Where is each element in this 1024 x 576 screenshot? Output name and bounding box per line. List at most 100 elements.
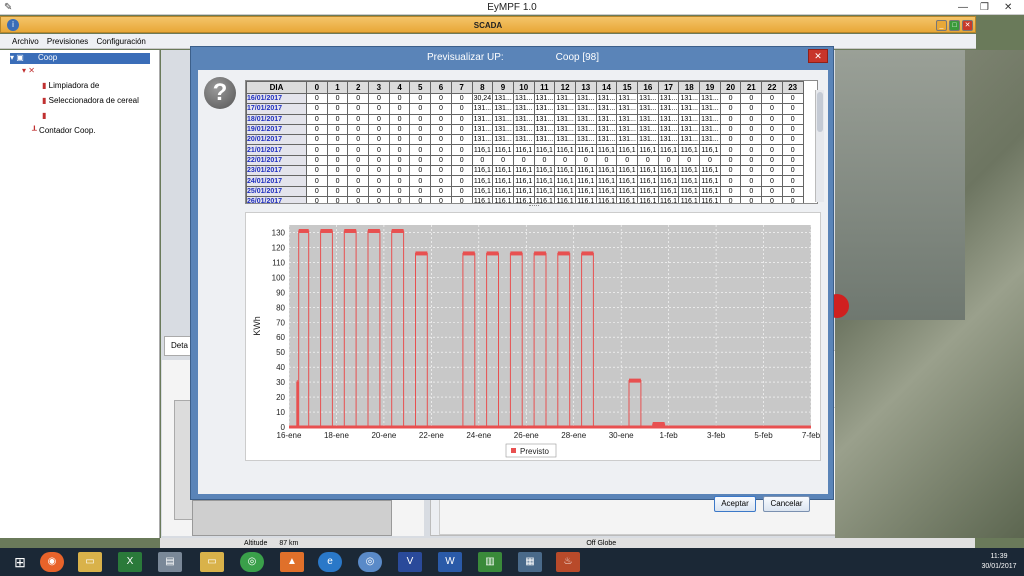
table-cell[interactable]: 131...	[678, 123, 701, 136]
app3-icon[interactable]: ◎	[358, 552, 382, 572]
table-cell[interactable]: 0	[430, 175, 452, 187]
table-cell[interactable]: 0	[306, 175, 328, 187]
table-cell[interactable]: 131...	[637, 123, 659, 136]
table-cell[interactable]: 0	[326, 92, 349, 105]
table-cell[interactable]: 131...	[554, 113, 576, 125]
menu-archivo[interactable]: Archivo	[9, 34, 42, 49]
table-cell[interactable]: 0	[699, 154, 721, 167]
table-cell[interactable]: 0	[368, 92, 390, 105]
table-row[interactable]: 24/01/2017 0 0 0 0 0 0 0 0 116,1 116,1 116,1 116,1 11…	[246, 175, 804, 187]
table-header[interactable]: 8	[471, 81, 494, 94]
table-cell[interactable]: 0	[450, 185, 473, 197]
table-cell[interactable]: 116,1	[699, 195, 721, 203]
table-cell[interactable]: 0	[306, 103, 328, 115]
table-cell[interactable]: 0	[430, 134, 452, 146]
row-date[interactable]: 26/01/2017	[246, 195, 307, 203]
table-cell[interactable]: 116,1	[554, 195, 576, 203]
table-cell[interactable]: 0	[637, 154, 659, 167]
split-handle[interactable]	[529, 205, 539, 209]
table-row[interactable]: 23/01/2017 0 0 0 0 0 0 0 0 116,1 116,1 116,1 116,1 11…	[246, 165, 804, 177]
table-cell[interactable]: 0	[409, 154, 432, 167]
table-cell[interactable]: 0	[678, 154, 701, 167]
table-cell[interactable]: 0	[471, 154, 494, 167]
word-icon[interactable]: W	[438, 552, 462, 572]
table-cell[interactable]: 0	[554, 154, 576, 167]
table-cell[interactable]: 0	[719, 134, 742, 146]
row-date[interactable]: 16/01/2017	[246, 92, 307, 105]
table-cell[interactable]: 116,1	[574, 175, 597, 187]
app4-icon[interactable]: ▦	[518, 552, 542, 572]
table-cell[interactable]: 0	[409, 92, 432, 105]
table-cell[interactable]: 0	[450, 92, 473, 105]
table-cell[interactable]: 0	[306, 144, 328, 156]
table-cell[interactable]: 0	[616, 154, 638, 167]
row-date[interactable]: 19/01/2017	[246, 123, 307, 136]
table-cell[interactable]: 0	[409, 134, 432, 146]
table-cell[interactable]: 0	[347, 175, 370, 187]
table-cell[interactable]: 0	[719, 175, 742, 187]
table-cell[interactable]: 0	[719, 92, 742, 105]
table-cell[interactable]: 131...	[595, 103, 618, 115]
table-header[interactable]: 4	[388, 81, 411, 94]
table-cell[interactable]: 0	[409, 113, 432, 125]
table-cell[interactable]: 0	[306, 134, 328, 146]
table-cell[interactable]: 0	[761, 175, 783, 187]
table-header[interactable]: 9	[492, 81, 514, 94]
table-cell[interactable]: 0	[781, 165, 804, 177]
table-cell[interactable]: 116,1	[471, 144, 494, 156]
table-cell[interactable]: 116,1	[595, 165, 618, 177]
table-cell[interactable]: 116,1	[616, 144, 638, 156]
table-cell[interactable]: 131...	[492, 113, 514, 125]
table-cell[interactable]: 131...	[637, 92, 659, 105]
table-cell[interactable]: 116,1	[699, 175, 721, 187]
table-cell[interactable]: 0	[450, 134, 473, 146]
table-row[interactable]: 19/01/2017 0 0 0 0 0 0 0 0 131... 131... 131... 131.…	[246, 123, 804, 136]
table-cell[interactable]: 0	[740, 195, 763, 203]
table-cell[interactable]: 116,1	[657, 165, 680, 177]
table-cell[interactable]: 0	[388, 103, 411, 115]
table-cell[interactable]: 116,1	[471, 165, 494, 177]
table-cell[interactable]: 131...	[616, 113, 638, 125]
table-cell[interactable]: 0	[740, 103, 763, 115]
app2-icon[interactable]: ▲	[280, 552, 304, 572]
table-header[interactable]: 22	[761, 81, 783, 94]
table-cell[interactable]: 131...	[533, 123, 556, 136]
table-cell[interactable]: 116,1	[637, 144, 659, 156]
table-cell[interactable]: 131...	[492, 92, 514, 105]
table-cell[interactable]: 0	[781, 154, 804, 167]
table-cell[interactable]: 131...	[657, 123, 680, 136]
table-cell[interactable]: 0	[430, 92, 452, 105]
table-cell[interactable]: 0	[306, 165, 328, 177]
table-cell[interactable]: 0	[781, 113, 804, 125]
table-cell[interactable]: 0	[388, 154, 411, 167]
visio-icon[interactable]: V	[398, 552, 422, 572]
table-cell[interactable]: 116,1	[492, 195, 514, 203]
menu-configuracion[interactable]: Configuración	[94, 34, 149, 49]
table-cell[interactable]: 116,1	[492, 144, 514, 156]
table-cell[interactable]: 0	[761, 113, 783, 125]
table-cell[interactable]: 116,1	[616, 195, 638, 203]
table-cell[interactable]: 131...	[637, 103, 659, 115]
restore-icon[interactable]: ❐	[980, 0, 989, 15]
table-cell[interactable]: 116,1	[678, 144, 701, 156]
table-cell[interactable]: 0	[450, 144, 473, 156]
table-header[interactable]: 20	[719, 81, 742, 94]
app-icon[interactable]: ▤	[158, 552, 182, 572]
table-cell[interactable]: 0	[409, 175, 432, 187]
table-cell[interactable]: 131...	[492, 103, 514, 115]
tree-item-contador[interactable]: ┸ Contador Coop.	[32, 126, 96, 135]
table-cell[interactable]: 116,1	[657, 195, 680, 203]
tree-item-seleccionadora[interactable]: ▮ Seleccionadora de cereal	[42, 96, 139, 105]
close-icon[interactable]: ✕	[1004, 0, 1012, 15]
table-cell[interactable]: 131...	[471, 113, 494, 125]
table-cell[interactable]: 0	[719, 103, 742, 115]
table-cell[interactable]: 116,1	[554, 175, 576, 187]
table-cell[interactable]: 0	[306, 123, 328, 136]
table-cell[interactable]: 116,1	[637, 185, 659, 197]
table-header[interactable]: 3	[368, 81, 390, 94]
table-cell[interactable]: 0	[347, 113, 370, 125]
table-cell[interactable]: 0	[388, 195, 411, 203]
table-cell[interactable]: 0	[450, 103, 473, 115]
table-cell[interactable]: 116,1	[471, 185, 494, 197]
table-cell[interactable]: 116,1	[574, 165, 597, 177]
